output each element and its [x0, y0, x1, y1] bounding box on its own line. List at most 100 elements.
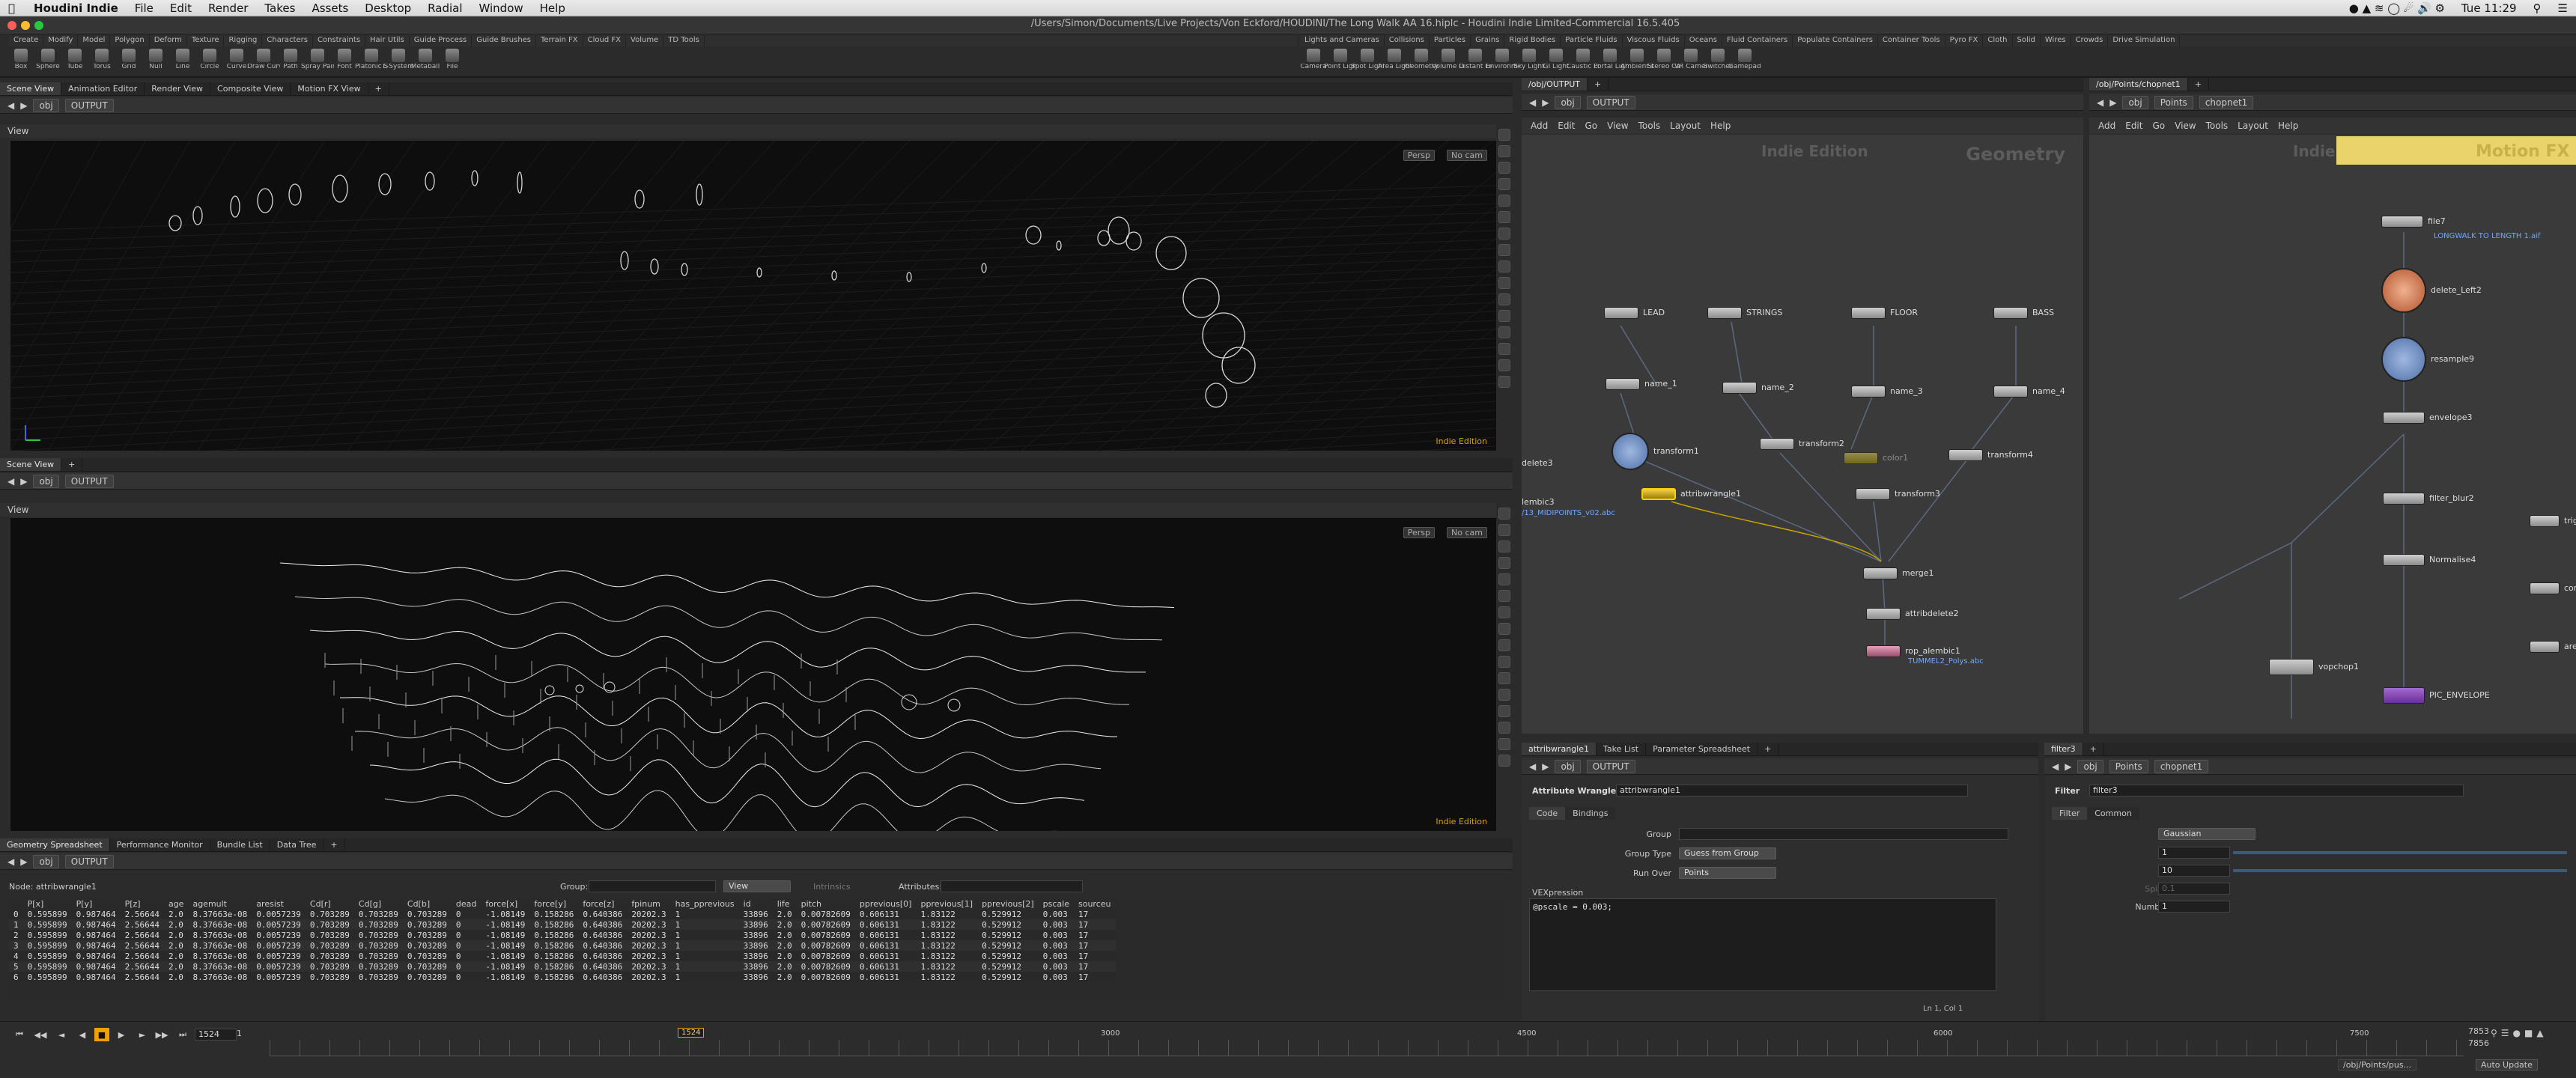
menu-file[interactable]: File [127, 1, 162, 15]
geometry-spreadsheet[interactable]: P[x] P[y] P[z] age agemult aresist Cd[r] Cd[g] C… [9, 898, 1504, 1002]
node-lead[interactable]: LEAD [1604, 307, 1665, 319]
shelf-tool-sphere[interactable]: Sphere [34, 46, 61, 76]
column-header[interactable]: pprevious[2] [977, 898, 1039, 909]
path-obj[interactable]: obj [1555, 759, 1581, 773]
viewer-tool-icon[interactable] [1498, 755, 1510, 767]
shelf-tab-terrain-fx[interactable]: Terrain FX [536, 35, 583, 46]
menu-radial[interactable]: Radial [419, 1, 470, 15]
tab-geometry-spreadsheet[interactable]: Geometry Spreadsheet [0, 838, 110, 851]
persp-menu[interactable]: Persp [1403, 527, 1435, 538]
viewer-tool-icon[interactable] [1498, 129, 1510, 141]
path-obj[interactable]: obj [1555, 95, 1581, 109]
shelf-tab-populate-containers[interactable]: Populate Containers [1793, 35, 1878, 46]
node-attribdelete2[interactable]: attribdelete2 [1866, 608, 1959, 620]
node-bass[interactable]: BASS [1993, 307, 2054, 319]
tab-bundle-list[interactable]: Bundle List [210, 838, 270, 851]
menu-render[interactable]: Render [200, 1, 256, 15]
shelf-tab-polygon[interactable]: Polygon [110, 35, 150, 46]
shelf-tab-hair-utils[interactable]: Hair Utils [365, 35, 410, 46]
net-menu-add[interactable]: Add [1531, 121, 1548, 131]
back-icon[interactable]: ◀ [7, 476, 14, 487]
clock[interactable]: Tue 11:29 [2453, 1, 2525, 15]
column-header[interactable]: pscale [1039, 898, 1074, 909]
node-envelope3[interactable]: envelope3 [2383, 412, 2473, 424]
shelf-tool-line[interactable]: Line [169, 46, 196, 76]
net-menu-view[interactable]: View [1607, 121, 1628, 131]
shelf-tab-td-tools[interactable]: TD Tools [663, 35, 705, 46]
viewer-tool-icon[interactable] [1498, 573, 1510, 585]
shelf-tab-grains[interactable]: Grains [1471, 35, 1505, 46]
group-field[interactable] [589, 880, 716, 892]
shelf-tab-guide-brushes[interactable]: Guide Brushes [472, 35, 537, 46]
shelf-tool-box[interactable]: Box [7, 46, 34, 76]
table-row[interactable]: 0 0.595899 0.987464 2.56644 2.0 8.37663e-08 0.… [9, 909, 1116, 919]
shelf-tab-guide-process[interactable]: Guide Process [410, 35, 473, 46]
stop-icon[interactable]: ■ [94, 1028, 109, 1041]
viewer-tool-icon[interactable] [1498, 343, 1510, 355]
shelf-tab-container-tools[interactable]: Container Tools [1878, 35, 1945, 46]
tab-animation-editor[interactable]: Animation Editor [61, 82, 145, 95]
tab-attribwrangle1[interactable]: attribwrangle1 [1522, 743, 1597, 755]
node-transform4[interactable]: transform4 [1948, 449, 2033, 461]
node-area[interactable]: area [2530, 641, 2576, 653]
menu-assets[interactable]: Assets [303, 1, 356, 15]
viewer-tool-icon[interactable] [1498, 178, 1510, 190]
node-transform2[interactable]: transform2 [1760, 438, 1844, 450]
viewer-tool-icon[interactable] [1498, 524, 1510, 536]
app-menu[interactable]: Houdini Indie [23, 1, 127, 15]
shelf-tool-sky-light[interactable]: Sky Light [1513, 46, 1545, 76]
auto-update-dropdown[interactable]: Auto Update [2476, 1059, 2538, 1071]
jump-start-icon[interactable]: ⏮ [12, 1028, 27, 1041]
net-menu-help[interactable]: Help [1710, 121, 1731, 131]
tab-parameter-spreadsheet[interactable]: Parameter Spreadsheet [1646, 743, 1758, 755]
table-row[interactable]: 4 0.595899 0.987464 2.56644 2.0 8.37663e-08 0.… [9, 951, 1116, 961]
shelf-tool-draw-curve[interactable]: Draw Curve [247, 46, 280, 76]
viewer-tool-icon[interactable] [1498, 705, 1510, 717]
column-header[interactable]: Cd[r] [306, 898, 354, 909]
current-frame-field[interactable]: 1524 [195, 1029, 237, 1041]
shelf-tab-fluid-containers[interactable]: Fluid Containers [1722, 35, 1793, 46]
node-normalise4[interactable]: Normalise4 [2383, 554, 2476, 566]
shelf-tool-ambient-light[interactable]: Ambient Light [1620, 46, 1653, 76]
node-merge1[interactable]: merge1 [1863, 567, 1934, 579]
tab-motion-fx-view[interactable]: Motion FX View [291, 82, 368, 95]
camera-menu[interactable]: No cam [1447, 150, 1487, 161]
shelf-tab-rigging[interactable]: Rigging [224, 35, 263, 46]
forward-icon[interactable]: ▶ [1542, 761, 1549, 772]
bottom-viewport[interactable]: Persp No cam Indie Edition [10, 518, 1496, 831]
shelf-tool-gamepad-camera[interactable]: Gamepad Camera [1728, 46, 1761, 76]
add-tab-icon[interactable]: + [61, 458, 83, 471]
viewer-tool-icon[interactable] [1498, 162, 1510, 174]
shelf-tab-collisions[interactable]: Collisions [1385, 35, 1430, 46]
net-menu-go[interactable]: Go [2152, 121, 2165, 131]
shelf-tool-area-light[interactable]: Area Light [1378, 46, 1411, 76]
subtab-common[interactable]: Common [2087, 807, 2139, 820]
column-header[interactable]: agemult [188, 898, 252, 909]
shelf-tool-stereo-camera[interactable]: Stereo Camera [1647, 46, 1680, 76]
net-menu-edit[interactable]: Edit [2125, 121, 2142, 131]
viewer-tool-icon[interactable] [1498, 508, 1510, 520]
vex-code-editor[interactable]: @pscale = 0.003; [1529, 898, 1996, 991]
column-header[interactable]: P[z] [121, 898, 164, 909]
shelf-tab-oceans[interactable]: Oceans [1685, 35, 1722, 46]
add-tab-icon[interactable]: + [2188, 78, 2209, 91]
tab-chopnet[interactable]: /obj/Points/chopnet1 [2089, 78, 2188, 91]
menu-takes[interactable]: Takes [256, 1, 303, 15]
column-header[interactable]: aresist [252, 898, 306, 909]
shelf-tool-portal-light[interactable]: Portal Light [1594, 46, 1626, 76]
back-icon[interactable]: ◀ [1529, 97, 1536, 108]
prev-key-icon[interactable]: ◄ [54, 1028, 69, 1041]
column-header[interactable]: life [773, 898, 797, 909]
shelf-tool-gi-light[interactable]: GI Light [1543, 46, 1570, 76]
viewer-tool-icon[interactable] [1498, 293, 1510, 305]
shelf-tool-geometry-light[interactable]: Geometry Light [1405, 46, 1438, 76]
node-name-2[interactable]: name_2 [1722, 382, 1794, 394]
shelf-tool-l-system[interactable]: L-System [383, 46, 414, 76]
node-name-3[interactable]: name_3 [1851, 386, 1923, 398]
path-node-2[interactable]: chopnet1 [2154, 759, 2209, 773]
forward-icon[interactable]: ▶ [20, 856, 27, 867]
shelf-tool-vr-camera[interactable]: VR Camera [1674, 46, 1707, 76]
path-node[interactable]: Points [2109, 759, 2148, 773]
subtab-code[interactable]: Code [1529, 807, 1566, 820]
menu-desktop[interactable]: Desktop [356, 1, 419, 15]
